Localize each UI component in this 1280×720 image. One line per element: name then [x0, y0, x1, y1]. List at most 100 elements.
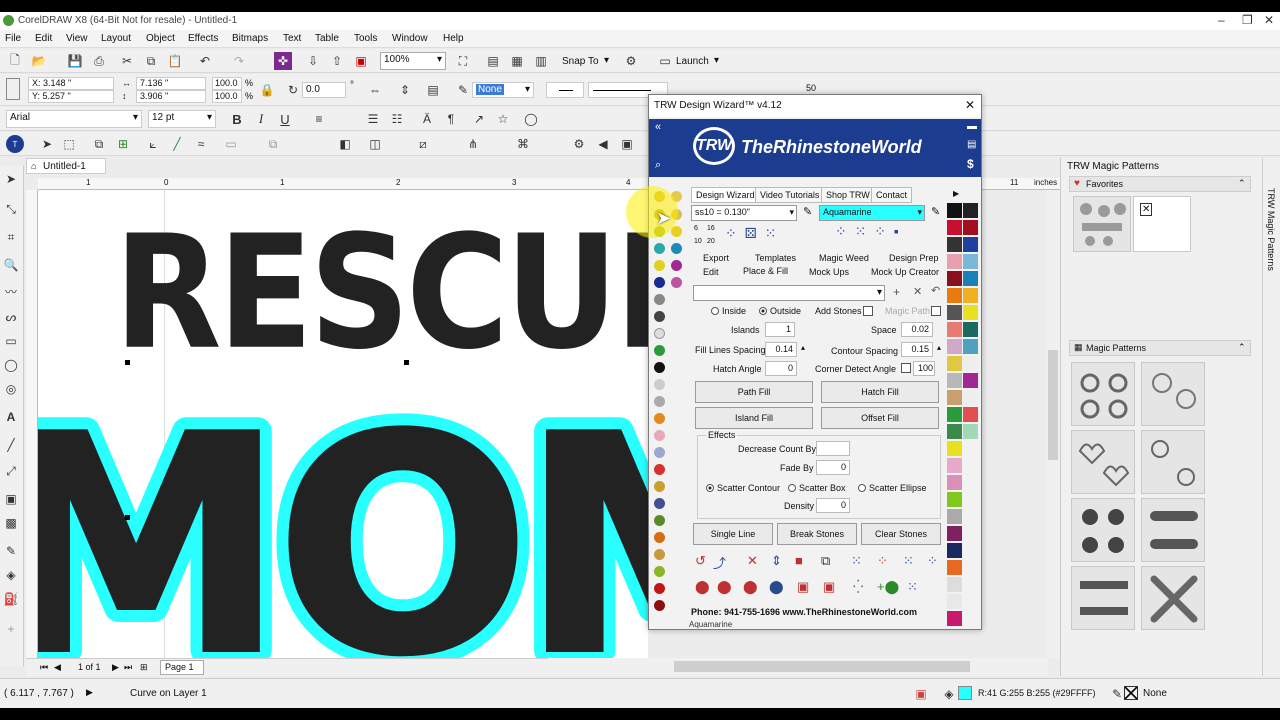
- color-swatch[interactable]: [947, 543, 962, 558]
- pick-tool-icon[interactable]: ➤: [2, 170, 20, 188]
- add-preset-icon[interactable]: +: [893, 285, 900, 299]
- shape-stones-icon[interactable]: ■: [795, 553, 803, 568]
- menu-help[interactable]: Help: [443, 33, 464, 44]
- color-swatch[interactable]: [947, 373, 962, 388]
- intersect-icon[interactable]: ⌘: [514, 135, 532, 153]
- align-vertical-icon[interactable]: ⇕: [771, 553, 782, 569]
- cut-icon[interactable]: ✂: [118, 52, 136, 70]
- color-dot[interactable]: [671, 277, 682, 288]
- polygon-icon[interactable]: ◎: [2, 380, 20, 398]
- color-dot[interactable]: [654, 294, 665, 305]
- hatch-angle-field[interactable]: 0: [765, 361, 797, 376]
- mirror-vertical-icon[interactable]: ⇕: [396, 81, 414, 99]
- contour-spacing-field[interactable]: 0.15: [901, 342, 933, 357]
- new-document-icon[interactable]: 🗋: [6, 52, 24, 70]
- corel-connect-icon[interactable]: ✜: [274, 52, 292, 70]
- parallel-dimension-icon[interactable]: ╱: [2, 436, 20, 454]
- color-dot[interactable]: [654, 532, 665, 543]
- color-swatch[interactable]: [947, 288, 962, 303]
- color-swatch[interactable]: [947, 390, 962, 405]
- islands-field[interactable]: 1: [765, 322, 795, 337]
- color-dot[interactable]: [654, 311, 665, 322]
- launch-icon[interactable]: ▭: [656, 52, 674, 70]
- color-swatch[interactable]: [963, 373, 978, 388]
- bullet-list-icon[interactable]: ☰: [364, 110, 382, 128]
- break-stones-button[interactable]: Break Stones: [777, 523, 857, 545]
- color-swatch[interactable]: [947, 475, 962, 490]
- color-dot[interactable]: [654, 243, 665, 254]
- zoom-level-select[interactable]: 100% ▾: [380, 52, 446, 70]
- delete-stones-icon[interactable]: ✕: [747, 553, 758, 569]
- crop-icon[interactable]: ⌗: [2, 228, 20, 246]
- lock-ratio-icon[interactable]: 🔒: [258, 81, 276, 99]
- menu-table[interactable]: Table: [315, 33, 339, 44]
- x-position-field[interactable]: X: 3.148 ": [28, 77, 114, 90]
- undo-icon[interactable]: ↶: [196, 52, 214, 70]
- delete-preset-icon[interactable]: ✕: [913, 285, 922, 298]
- menu-file[interactable]: File: [5, 33, 21, 44]
- stone-blue-icon[interactable]: ⬤: [769, 579, 784, 595]
- pick-tool-icon[interactable]: ➤: [38, 135, 56, 153]
- color-dot[interactable]: [654, 328, 665, 339]
- stone-stack-icon[interactable]: ▣: [797, 579, 809, 595]
- color-swatch[interactable]: [947, 254, 962, 269]
- offset-fill-button[interactable]: Offset Fill: [821, 407, 939, 429]
- trim-icon[interactable]: ⧄: [414, 135, 432, 153]
- paste-icon[interactable]: 📋: [166, 52, 184, 70]
- link-mock-ups[interactable]: Mock Ups: [809, 267, 849, 277]
- menu-layout[interactable]: Layout: [101, 33, 131, 44]
- color-swatch[interactable]: [947, 492, 962, 507]
- stone-color-select[interactable]: Aquamarine ▾: [819, 205, 925, 221]
- color-swatch[interactable]: [947, 203, 962, 218]
- stone-icon[interactable]: ⚙: [570, 135, 588, 153]
- color-swatch[interactable]: [947, 526, 962, 541]
- text-icon[interactable]: A: [2, 408, 20, 426]
- scrollbar-thumb[interactable]: [1048, 350, 1058, 460]
- color-dot[interactable]: [654, 413, 665, 424]
- close-icon[interactable]: ✕: [1264, 13, 1274, 27]
- color-swatch[interactable]: [963, 305, 978, 320]
- scale-x-field[interactable]: 100.0: [212, 77, 242, 90]
- color-swatch[interactable]: [947, 560, 962, 575]
- color-dot[interactable]: [671, 260, 682, 271]
- favorites-header[interactable]: ♥ Favorites ⌃: [1069, 176, 1251, 192]
- rescue-text[interactable]: RESCUE: [114, 202, 648, 385]
- density-field[interactable]: 0: [816, 498, 850, 513]
- color-dot[interactable]: [654, 464, 665, 475]
- line-start-select[interactable]: [546, 82, 584, 98]
- print-stones-icon[interactable]: ▣: [618, 135, 636, 153]
- color-swatch[interactable]: [947, 322, 962, 337]
- pattern-paw-prints[interactable]: [1141, 430, 1205, 494]
- path-fill-button[interactable]: Path Fill: [695, 381, 813, 403]
- magic-path-checkbox[interactable]: [931, 306, 941, 316]
- show-guidelines-icon[interactable]: ▥: [532, 52, 550, 70]
- shape-tool-icon[interactable]: ⟀: [144, 135, 162, 153]
- scatter-contour-radio[interactable]: Scatter Contour: [706, 483, 780, 493]
- color-dot[interactable]: [654, 379, 665, 390]
- outside-radio[interactable]: Outside: [759, 306, 801, 316]
- outline-icon[interactable]: ⋔: [464, 135, 482, 153]
- remove-icon[interactable]: ✕: [1140, 203, 1153, 216]
- pencil-icon[interactable]: ✎: [803, 205, 812, 218]
- line-tool-icon[interactable]: ╱: [168, 135, 186, 153]
- interactive-fill-icon[interactable]: ◈: [2, 566, 20, 584]
- select-stones-icon[interactable]: ⁙: [851, 553, 862, 569]
- group-icon[interactable]: ⧉: [264, 135, 282, 153]
- outline-width-select[interactable]: None ▾: [472, 82, 534, 98]
- color-dot[interactable]: [654, 583, 665, 594]
- menu-effects[interactable]: Effects: [188, 33, 218, 44]
- print-icon[interactable]: ⎙: [90, 52, 108, 70]
- color-swatch[interactable]: [947, 424, 962, 439]
- preset-select[interactable]: ▾: [693, 285, 885, 301]
- wrap-text-icon[interactable]: ▤: [424, 81, 442, 99]
- color-dot[interactable]: [654, 566, 665, 577]
- freehand-icon[interactable]: 〰: [2, 282, 20, 300]
- corner-detect-checkbox[interactable]: [901, 363, 911, 373]
- circle-stones-icon[interactable]: ⁙: [907, 579, 918, 595]
- selection-handle[interactable]: [125, 515, 130, 520]
- redo-icon[interactable]: ↷: [230, 52, 248, 70]
- copy-icon[interactable]: ⧉: [142, 52, 160, 70]
- play-icon[interactable]: ▶: [86, 687, 93, 698]
- snap-to-dropdown[interactable]: Snap To: [562, 56, 599, 67]
- node-edit-icon[interactable]: ⬚: [60, 135, 78, 153]
